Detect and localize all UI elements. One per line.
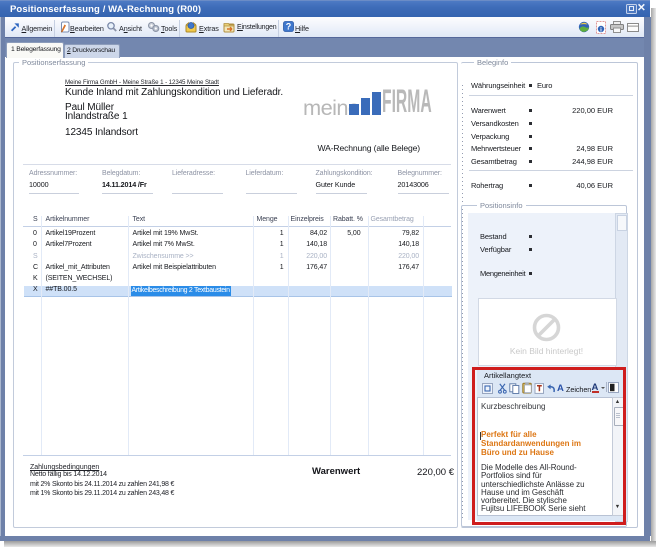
svg-text:?: ?	[286, 22, 292, 32]
